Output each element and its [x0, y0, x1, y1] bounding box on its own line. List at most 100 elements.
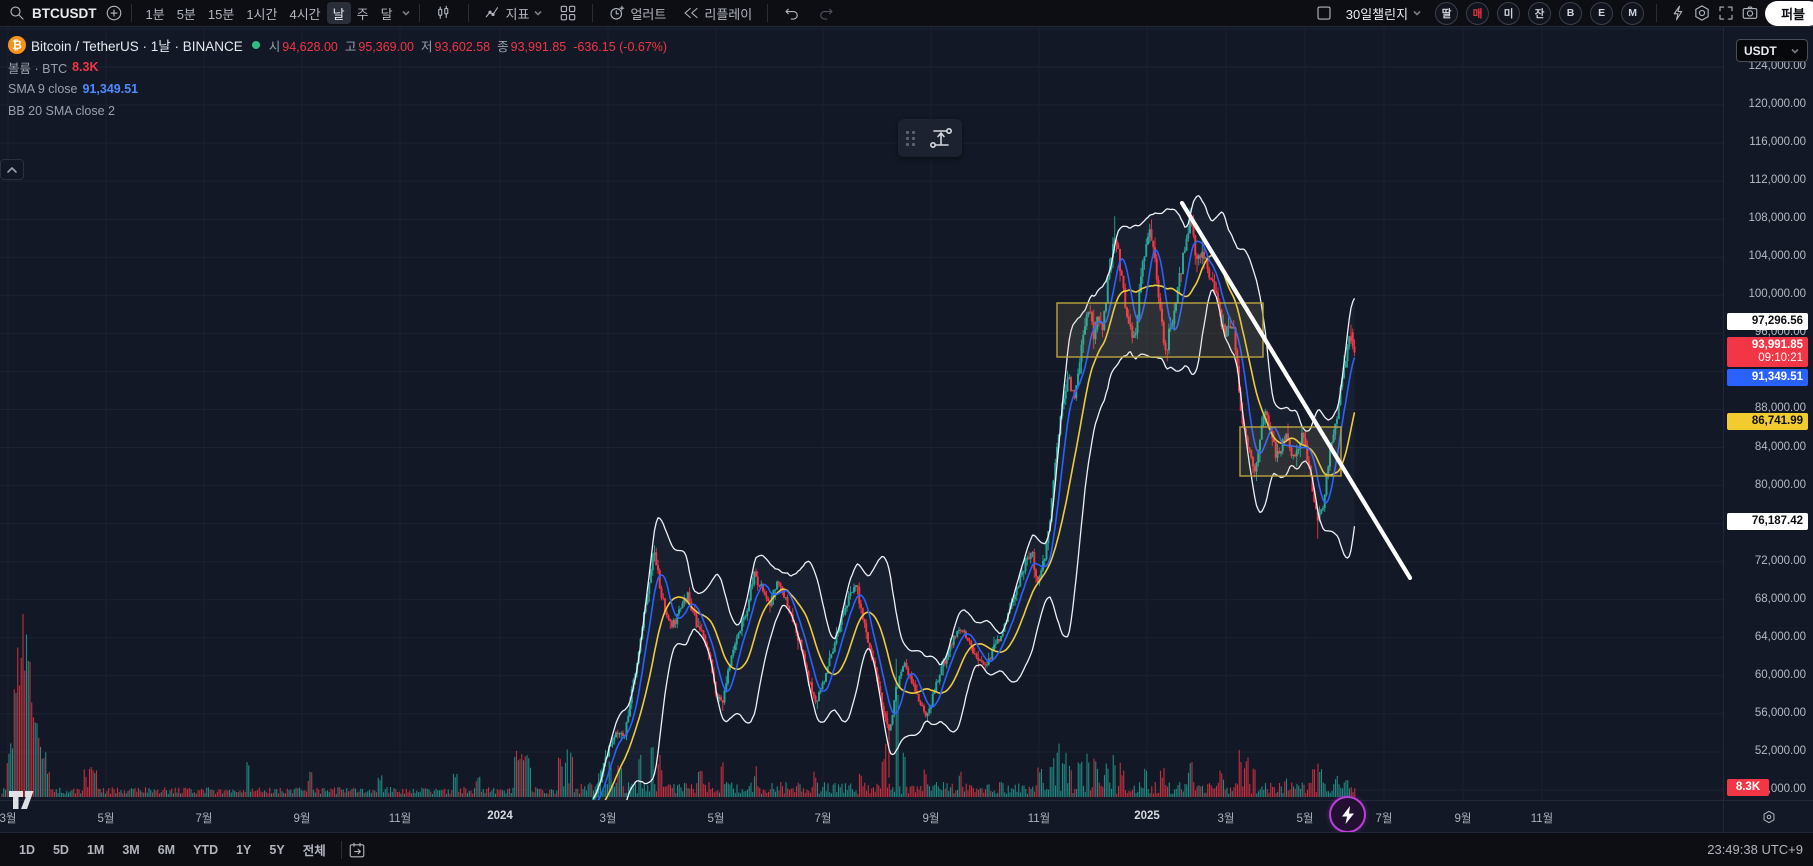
axis-settings-corner[interactable] [1723, 800, 1813, 832]
interval-5분[interactable]: 5분 [171, 2, 202, 24]
watchlist-square-icon[interactable] [1315, 4, 1333, 22]
time-axis[interactable]: 3월 5월 7월 9월 11월 2024 3월 5월 7월 9월 11월 2025 3월 5월 7월 9월 11… [0, 800, 1723, 832]
redo-icon [820, 8, 833, 20]
range-6M[interactable]: 6M [149, 838, 184, 862]
replay-label: 리플레이 [704, 6, 753, 22]
volume-legend-row[interactable]: 볼륨 · BTC 8.3K [8, 56, 669, 78]
range-5Y[interactable]: 5Y [260, 838, 293, 862]
sma-legend-row[interactable]: SMA 9 close 91,349.51 [8, 78, 669, 100]
interval-1분[interactable]: 1분 [140, 2, 171, 24]
ohlc-key: 고 [344, 39, 357, 54]
currency-selector[interactable]: USDT [1736, 39, 1808, 62]
symbol-button[interactable]: BTCUSDT [28, 2, 103, 24]
boost-lightning-button[interactable] [1329, 796, 1366, 833]
layout-button[interactable] [552, 2, 584, 24]
time-tick-5월: 5월 [707, 813, 725, 825]
profile-badge-E[interactable]: E [1590, 1, 1614, 25]
session-clock[interactable]: 23:49:38 UTC+9 [1707, 842, 1803, 857]
time-tick-7월: 7월 [814, 813, 832, 825]
add-symbol-icon[interactable] [105, 4, 123, 22]
interval-1시간[interactable]: 1시간 [240, 2, 283, 24]
profile-badge-미[interactable]: 미 [1497, 1, 1521, 25]
divider [1656, 4, 1658, 22]
chart-pane[interactable]: ₿ Bitcoin / TetherUS · 1날 · BINANCE 시 94,… [0, 27, 1723, 833]
time-tick-11월: 11월 [388, 813, 412, 825]
price-axis[interactable]: USDT 124,000.00 120,000.00 116,000.00 112,0… [1723, 27, 1813, 800]
settings-gear-icon[interactable] [1693, 4, 1711, 22]
interval-날[interactable]: 날 [326, 2, 351, 24]
bb-label: BB 20 SMA close 2 [8, 104, 116, 118]
candlestick-icon [437, 5, 448, 19]
legend-collapse-button[interactable] [0, 159, 24, 180]
drag-handle-icon[interactable] [906, 130, 922, 146]
sma9-price-label: 91,349.51 [1727, 369, 1808, 387]
tradingview-logo[interactable] [8, 789, 40, 815]
alert-button[interactable]: 얼러트 [601, 2, 673, 24]
divider [767, 4, 769, 22]
ohlc-key: 시 [268, 39, 281, 54]
ohlc-values: 시 94,628.00 고 95,369.00 저 93,602.58 종 93,991.85… [269, 36, 669, 55]
goto-date-calendar-icon[interactable] [348, 841, 366, 859]
range-1Y[interactable]: 1Y [227, 838, 260, 862]
fullscreen-icon[interactable] [1717, 4, 1735, 22]
volume-value: 8.3K [72, 60, 99, 74]
divider [467, 4, 469, 22]
redo-button[interactable] [810, 2, 842, 24]
camera-snapshot-icon[interactable] [1741, 4, 1759, 22]
bb-legend-row[interactable]: BB 20 SMA close 2 [8, 100, 669, 122]
currency-label: USDT [1744, 43, 1777, 58]
ohlc-key: 종 [497, 39, 509, 54]
ohlc-value: 94,628.00 [282, 39, 338, 54]
ohlc-value: 93,602.58 [434, 39, 491, 54]
price-tick: 68,000.00 [1754, 592, 1806, 605]
quick-actions-zap-icon[interactable] [1669, 4, 1687, 22]
profile-badge-딸[interactable]: 딸 [1435, 1, 1459, 25]
price-chart-canvas[interactable] [0, 27, 1723, 800]
alert-label: 얼러트 [630, 6, 667, 22]
search-icon[interactable] [8, 4, 26, 22]
divider [130, 4, 132, 22]
profile-badge-M[interactable]: M [1621, 1, 1645, 25]
interval-주[interactable]: 주 [351, 2, 375, 24]
axis-gear-icon[interactable] [1761, 809, 1777, 825]
price-tick: 112,000.00 [1749, 174, 1806, 187]
range-1D[interactable]: 1D [10, 838, 44, 862]
tradingview-app: BTCUSDT 1분 5분 15분 1시간 4시간 날 주 달 지표 얼러트 리… [0, 0, 1813, 866]
interval-15분[interactable]: 15분 [202, 2, 240, 24]
chevron-down-icon [534, 10, 543, 16]
chart-style-button[interactable] [428, 2, 460, 24]
challenge-button[interactable]: 30일챌린지 [1339, 2, 1429, 24]
highlight-box-2[interactable] [1239, 426, 1342, 477]
bb-lower-price-label: 76,187.42 [1727, 513, 1808, 531]
replay-button[interactable]: 리플레이 [675, 2, 759, 24]
profile-badge-B[interactable]: B [1559, 1, 1583, 25]
undo-button[interactable] [776, 2, 808, 24]
price-tick: 100,000.00 [1748, 288, 1806, 301]
price-tick: 64,000.00 [1754, 630, 1806, 643]
date-price-range-tool-icon[interactable] [926, 123, 956, 153]
profile-badge-매[interactable]: 매 [1466, 1, 1490, 25]
publish-button[interactable]: 퍼블 [1765, 0, 1813, 26]
highlight-box-1[interactable] [1056, 302, 1264, 358]
last-price-label: 93,991.85 09:10:21 [1727, 337, 1808, 368]
time-tick-5월: 5월 [97, 813, 115, 825]
indicators-button[interactable]: 지표 [477, 2, 551, 24]
profile-badge-잔[interactable]: 잔 [1528, 1, 1552, 25]
symbol-legend-row[interactable]: ₿ Bitcoin / TetherUS · 1날 · BINANCE 시 94,… [8, 34, 669, 56]
floating-drawing-toolbar[interactable] [898, 119, 962, 157]
interval-달[interactable]: 달 [375, 2, 399, 24]
trendline-drawing[interactable] [1179, 200, 1413, 581]
time-tick-11월: 11월 [1027, 813, 1051, 825]
range-3M[interactable]: 3M [113, 838, 148, 862]
undo-icon [785, 8, 799, 20]
range-5D[interactable]: 5D [44, 838, 78, 862]
chevron-down-icon[interactable] [401, 8, 411, 18]
range-전체[interactable]: 전체 [294, 838, 335, 862]
symbol-title[interactable]: Bitcoin / TetherUS · 1날 · BINANCE [31, 35, 243, 55]
range-YTD[interactable]: YTD [184, 838, 227, 862]
time-tick-5월: 5월 [1296, 813, 1314, 825]
range-1M[interactable]: 1M [78, 838, 113, 862]
time-tick-9월: 9월 [922, 813, 940, 825]
interval-4시간[interactable]: 4시간 [283, 2, 326, 24]
bb-upper-price-label: 97,296.56 [1727, 312, 1808, 330]
